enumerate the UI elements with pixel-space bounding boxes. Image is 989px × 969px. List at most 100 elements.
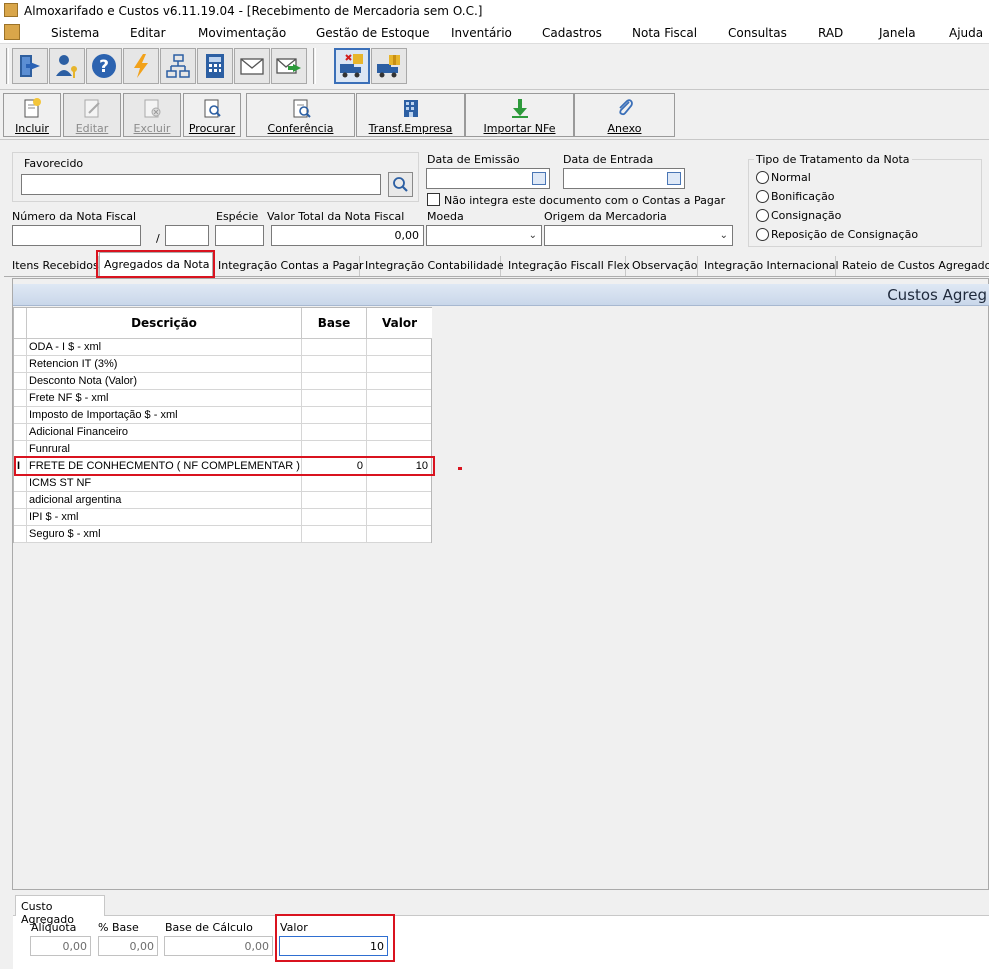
- moeda-select[interactable]: ⌄: [426, 225, 542, 246]
- cell-valor[interactable]: [367, 407, 431, 424]
- cell-valor[interactable]: [367, 526, 431, 543]
- custos-grid[interactable]: Descrição Base Valor ODA - I $ - xml Ret…: [13, 307, 432, 543]
- radio-bonificacao[interactable]: [756, 190, 769, 203]
- cell-base[interactable]: [302, 356, 367, 373]
- nao-integra-checkbox[interactable]: [427, 193, 440, 206]
- transf-empresa-button[interactable]: Transf.Empresa: [356, 93, 465, 137]
- cell-descricao[interactable]: Frete NF $ - xml: [27, 390, 302, 407]
- anexo-button[interactable]: Anexo: [574, 93, 675, 137]
- help-icon[interactable]: ?: [86, 48, 122, 84]
- tab-integracao-fiscall-flex[interactable]: Integração Fiscall Flex: [504, 256, 630, 276]
- table-row[interactable]: ICMS ST NF: [14, 475, 431, 492]
- aliquota-input[interactable]: 0,00: [30, 936, 91, 956]
- table-row[interactable]: Seguro $ - xml: [14, 526, 431, 543]
- cell-valor[interactable]: [367, 509, 431, 526]
- tab-integracao-contas-pagar[interactable]: Integração Contas a Pagar: [214, 256, 364, 276]
- data-emissao-input[interactable]: [426, 168, 550, 189]
- table-row[interactable]: Adicional Financeiro: [14, 424, 431, 441]
- favorecido-input[interactable]: [21, 174, 381, 195]
- calculator-icon[interactable]: [197, 48, 233, 84]
- truck-cancel-icon[interactable]: [334, 48, 370, 84]
- cell-base[interactable]: [302, 492, 367, 509]
- cell-valor[interactable]: [367, 339, 431, 356]
- cell-descricao[interactable]: adicional argentina: [27, 492, 302, 509]
- tab-custo-agregado[interactable]: Custo Agregado: [15, 895, 105, 926]
- table-row[interactable]: Retencion IT (3%): [14, 356, 431, 373]
- table-row[interactable]: Desconto Nota (Valor): [14, 373, 431, 390]
- tab-integracao-contabilidade[interactable]: Integração Contabilidade: [361, 256, 504, 276]
- serie-input[interactable]: [165, 225, 209, 246]
- table-row[interactable]: adicional argentina: [14, 492, 431, 509]
- radio-normal[interactable]: [756, 171, 769, 184]
- tab-observacao[interactable]: Observação: [628, 256, 698, 276]
- grid-header-descricao[interactable]: Descrição: [27, 308, 302, 339]
- grid-header-base[interactable]: Base: [302, 308, 367, 339]
- cell-base[interactable]: [302, 509, 367, 526]
- cell-descricao[interactable]: Desconto Nota (Valor): [27, 373, 302, 390]
- menu-nota-fiscal[interactable]: Nota Fiscal: [632, 26, 697, 40]
- table-row[interactable]: Imposto de Importação $ - xml: [14, 407, 431, 424]
- cell-base[interactable]: [302, 373, 367, 390]
- cell-base[interactable]: [302, 407, 367, 424]
- table-row[interactable]: ODA - I $ - xml: [14, 339, 431, 356]
- base-calculo-input[interactable]: 0,00: [164, 936, 273, 956]
- editar-button[interactable]: Editar: [63, 93, 121, 137]
- cell-base[interactable]: [302, 339, 367, 356]
- table-row[interactable]: Frete NF $ - xml: [14, 390, 431, 407]
- cell-base[interactable]: [302, 390, 367, 407]
- truck-box-icon[interactable]: [371, 48, 407, 84]
- cell-descricao[interactable]: Imposto de Importação $ - xml: [27, 407, 302, 424]
- valor-total-input[interactable]: 0,00: [271, 225, 424, 246]
- cell-valor[interactable]: [367, 373, 431, 390]
- menu-ajuda[interactable]: Ajuda: [949, 26, 983, 40]
- excluir-button[interactable]: Excluir: [123, 93, 181, 137]
- mail-icon[interactable]: [234, 48, 270, 84]
- menu-movimentacao[interactable]: Movimentação: [198, 26, 286, 40]
- cell-descricao[interactable]: IPI $ - xml: [27, 509, 302, 526]
- radio-consignacao[interactable]: [756, 209, 769, 222]
- menu-rad[interactable]: RAD: [818, 26, 843, 40]
- menu-inventario[interactable]: Inventário: [451, 26, 512, 40]
- menu-gestao-estoque[interactable]: Gestão de Estoque: [316, 26, 429, 40]
- menu-sistema[interactable]: Sistema: [51, 26, 99, 40]
- document-icon[interactable]: [4, 24, 20, 40]
- tab-rateio-custos-agregado[interactable]: Rateio de Custos Agregado: [838, 256, 989, 276]
- cell-base[interactable]: [302, 475, 367, 492]
- cell-valor[interactable]: [367, 356, 431, 373]
- menu-cadastros[interactable]: Cadastros: [542, 26, 602, 40]
- procurar-button[interactable]: Procurar: [183, 93, 241, 137]
- incluir-button[interactable]: Incluir: [3, 93, 61, 137]
- conferencia-button[interactable]: Conferência: [246, 93, 355, 137]
- radio-reposicao[interactable]: [756, 228, 769, 241]
- table-row[interactable]: IPI $ - xml: [14, 509, 431, 526]
- cell-valor[interactable]: [367, 475, 431, 492]
- data-entrada-input[interactable]: [563, 168, 685, 189]
- cell-valor[interactable]: [367, 492, 431, 509]
- search-favorecido-button[interactable]: [388, 172, 413, 197]
- cell-descricao[interactable]: Adicional Financeiro: [27, 424, 302, 441]
- importar-nfe-button[interactable]: Importar NFe: [465, 93, 574, 137]
- cell-descricao[interactable]: ICMS ST NF: [27, 475, 302, 492]
- cell-descricao[interactable]: Retencion IT (3%): [27, 356, 302, 373]
- user-key-icon[interactable]: [49, 48, 85, 84]
- cell-valor[interactable]: [367, 424, 431, 441]
- origem-select[interactable]: ⌄: [544, 225, 733, 246]
- especie-input[interactable]: [215, 225, 264, 246]
- calendar-icon[interactable]: [667, 172, 681, 185]
- calendar-icon[interactable]: [532, 172, 546, 185]
- cell-base[interactable]: [302, 424, 367, 441]
- menu-janela[interactable]: Janela: [879, 26, 916, 40]
- tab-itens-recebidos[interactable]: Itens Recebidos: [8, 256, 99, 276]
- percent-base-input[interactable]: 0,00: [98, 936, 158, 956]
- numero-nf-input[interactable]: [12, 225, 141, 246]
- cell-descricao[interactable]: ODA - I $ - xml: [27, 339, 302, 356]
- grid-header-valor[interactable]: Valor: [367, 308, 432, 339]
- menu-editar[interactable]: Editar: [130, 26, 166, 40]
- cell-descricao[interactable]: Seguro $ - xml: [27, 526, 302, 543]
- lightning-icon[interactable]: [123, 48, 159, 84]
- cell-base[interactable]: [302, 526, 367, 543]
- tab-integracao-internacional[interactable]: Integração Internacional: [700, 256, 839, 276]
- cell-valor[interactable]: [367, 390, 431, 407]
- mail-send-icon[interactable]: [271, 48, 307, 84]
- exit-icon[interactable]: [12, 48, 48, 84]
